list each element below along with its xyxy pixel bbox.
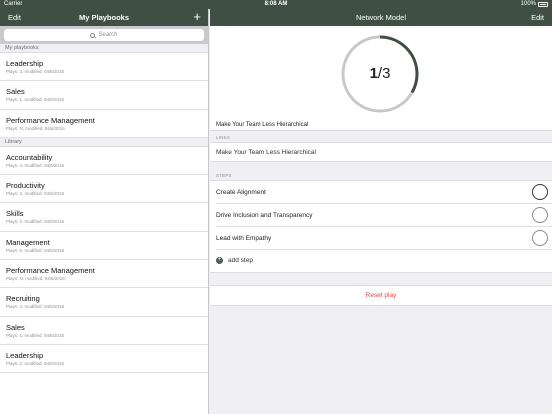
- playbooks-title: My Playbooks: [78, 13, 130, 22]
- playbook-name: Leadership: [6, 350, 44, 360]
- my-playbooks-header: My playbooks: [0, 44, 208, 53]
- playbook-name: Performance Management: [6, 115, 95, 125]
- playbook-meta: Plays: N, modified: 04/6/2016: [6, 276, 65, 282]
- link-item[interactable]: Make Your Team Less Hierarchical: [210, 142, 552, 162]
- steps-header: STEPS: [216, 173, 232, 178]
- step-checkbox[interactable]: [532, 230, 548, 246]
- playbook-meta: Plays: 1, modified: 04/6/2016: [6, 97, 65, 103]
- playbook-row[interactable]: Leadership Plays: 2, modified: 04/6/2016: [0, 344, 208, 374]
- step-checkbox[interactable]: [532, 184, 548, 200]
- playbook-meta: Plays: 2, modified: 04/6/2016: [6, 360, 65, 366]
- playbook-row[interactable]: Productivity Plays: 3, modified: 04/6/201…: [0, 175, 208, 204]
- playbook-name: Sales: [6, 87, 25, 97]
- playbook-detail-panel: Network Model Edit 1/3 Make Your Team Le…: [210, 9, 552, 414]
- playbook-row[interactable]: Sales Plays: 1, modified: 04/6/2016: [0, 316, 208, 345]
- battery-percent: 100%: [520, 1, 536, 7]
- add-icon: +: [216, 257, 223, 264]
- my-playbooks-list: Leadership Plays: 3, modified: 04/6/2016 S…: [0, 53, 208, 138]
- playbook-row[interactable]: Leadership Plays: 3, modified: 04/6/2016: [0, 53, 208, 82]
- add-step-button[interactable]: + add step: [216, 250, 552, 272]
- playbook-name: Sales: [6, 322, 25, 332]
- playbook-name: Productivity: [6, 181, 45, 191]
- step-row[interactable]: Create Alignment: [216, 181, 552, 204]
- playbook-name: Recruiting: [6, 294, 40, 304]
- playbook-row[interactable]: Performance Management Plays: N, modified…: [0, 109, 208, 138]
- progress-count: 1/3: [340, 34, 420, 114]
- playbook-row[interactable]: Skills Plays: 2, modified: 04/6/2016: [0, 203, 208, 232]
- search-icon: [90, 32, 96, 38]
- search-input[interactable]: Search: [4, 29, 204, 41]
- add-playbook-button[interactable]: +: [193, 9, 201, 25]
- playbook-name: Management: [6, 237, 50, 247]
- progress-total: 3: [382, 65, 391, 82]
- detail-navbar: Network Model Edit: [210, 9, 552, 26]
- progress-ring: 1/3: [340, 34, 420, 114]
- steps-list: Create Alignment Drive Inclusion and Tran…: [210, 180, 552, 273]
- step-label: Drive Inclusion and Transparency: [216, 212, 313, 219]
- playbook-row[interactable]: Sales Plays: 1, modified: 04/6/2016: [0, 81, 208, 110]
- playbook-name: Performance Management: [6, 266, 95, 276]
- progress-card: 1/3 Make Your Team Less Hierarchical: [210, 26, 552, 131]
- step-label: Create Alignment: [216, 189, 266, 196]
- playbook-name: Skills: [6, 209, 24, 219]
- step-row[interactable]: Lead with Empathy: [216, 227, 552, 250]
- detail-title: Network Model: [355, 13, 407, 22]
- playbook-row[interactable]: Performance Management Plays: N, modified…: [0, 260, 208, 289]
- playbook-meta: Plays: 5, modified: 04/6/2016: [6, 247, 65, 253]
- add-step-label: add step: [228, 257, 253, 264]
- playbook-name: Leadership: [6, 59, 44, 68]
- playbook-row[interactable]: Accountability Plays: 4, modified: 04/6/2…: [0, 146, 208, 176]
- playbooks-panel: Edit My Playbooks + Search My playbooks …: [0, 9, 209, 414]
- battery-indicator: 100%: [521, 1, 548, 7]
- reset-play-button[interactable]: Reset play: [210, 285, 552, 306]
- playbook-meta: Plays: 4, modified: 04/6/2016: [6, 162, 65, 168]
- playbook-meta: Plays: N, modified: 04/6/2016: [6, 125, 65, 131]
- library-list: Accountability Plays: 4, modified: 04/6/2…: [0, 146, 208, 374]
- search-bar: Search: [0, 26, 208, 44]
- playbook-name: Accountability: [6, 152, 53, 162]
- status-bar: Carrier 8:08 AM 100%: [0, 0, 552, 9]
- step-checkbox[interactable]: [532, 207, 548, 223]
- step-label: Lead with Empathy: [216, 235, 272, 242]
- playbook-meta: Plays: 3, modified: 04/6/2016: [6, 191, 65, 197]
- progress-done: 1: [369, 65, 378, 82]
- playbook-meta: Plays: 1, modified: 04/6/2016: [6, 332, 65, 338]
- links-header: LINKS: [216, 135, 231, 140]
- playbook-meta: Plays: 3, modified: 04/6/2016: [6, 69, 65, 74]
- playbook-row[interactable]: Management Plays: 5, modified: 04/6/2016: [0, 231, 208, 261]
- detail-edit-button[interactable]: Edit: [531, 13, 544, 22]
- playbook-row[interactable]: Recruiting Plays: 3, modified: 04/6/2016: [0, 288, 208, 317]
- search-placeholder: Search: [98, 32, 118, 38]
- library-header: Library: [0, 137, 208, 147]
- step-row[interactable]: Drive Inclusion and Transparency: [216, 204, 552, 227]
- playbook-meta: Plays: 3, modified: 04/6/2016: [6, 304, 65, 310]
- playbooks-navbar: Edit My Playbooks +: [0, 9, 208, 26]
- battery-icon: [538, 1, 548, 7]
- play-name: Make Your Team Less Hierarchical: [216, 122, 309, 128]
- playbook-meta: Plays: 2, modified: 04/6/2016: [6, 219, 65, 225]
- status-time: 8:08 AM: [264, 1, 288, 7]
